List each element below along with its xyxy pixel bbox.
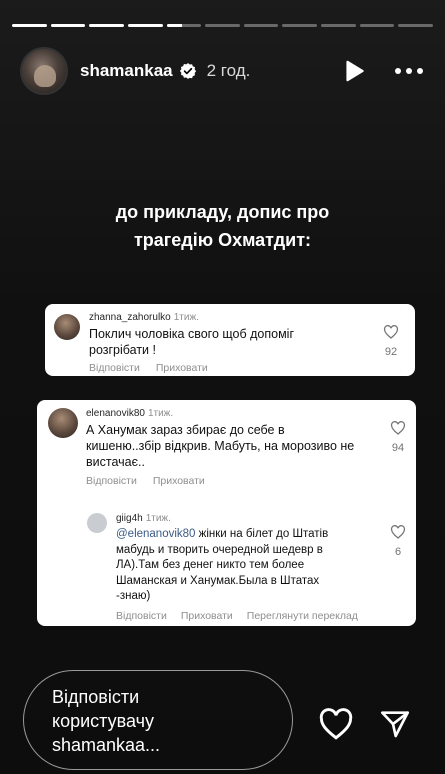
comment-username: giig4h 1тиж. [116, 513, 171, 524]
like-count: 92 [384, 346, 398, 358]
comment-text: А Ханумак зараз збирає до себе в кишеню.… [86, 423, 355, 469]
comment-username: zhanna_zahorulko 1тиж. [89, 312, 199, 323]
story-caption: до прикладу, допис про трагедію Охматдит… [40, 198, 405, 254]
story-footer: Відповісти користувачу shamankaa... [0, 670, 445, 774]
progress-segment [127, 24, 163, 27]
progress-segment [50, 24, 86, 27]
heart-icon [390, 525, 406, 539]
story-header: shamankaa 2 год. [20, 47, 425, 95]
comment-hide-link: Приховати [180, 610, 233, 622]
comment-actions: Відповісти Приховати [89, 362, 208, 374]
comment-avatar [48, 408, 78, 438]
comment-text: Поклич чоловіка свого щоб допоміг розгрі… [89, 327, 295, 357]
more-options-icon[interactable] [393, 58, 425, 84]
heart-icon[interactable] [318, 708, 354, 740]
username[interactable]: shamankaa [80, 61, 173, 81]
story-viewer[interactable]: shamankaa 2 год. до прикладу, допис про … [0, 0, 445, 774]
play-icon[interactable] [341, 58, 367, 84]
progress-segment-current [166, 24, 202, 27]
comment-hide-link: Приховати [152, 475, 205, 487]
comment-reply-link: Відповісти [89, 362, 140, 374]
progress-segment [243, 24, 279, 27]
heart-icon [390, 421, 406, 435]
progress-segment [205, 24, 240, 27]
like-count: 94 [391, 442, 405, 454]
comment-time: 1тиж. [147, 408, 174, 419]
progress-segment [12, 24, 47, 27]
comment-screenshot-card: zhanna_zahorulko 1тиж. Поклич чоловіка св… [45, 304, 415, 376]
caption-line: трагедію Охматдит: [133, 230, 312, 250]
progress-segment [89, 24, 124, 27]
comment-mention: @elenanovik80 [116, 528, 196, 540]
comment-hide-link: Приховати [155, 362, 208, 374]
comment-time: 1тиж. [173, 312, 199, 323]
comment-reply-link: Відповісти [86, 475, 137, 487]
post-time: 2 год. [206, 61, 251, 80]
comment-text: @elenanovik80 жінки на білет до Штатів м… [116, 528, 329, 602]
progress-segment [282, 24, 318, 27]
heart-icon [383, 325, 399, 339]
comment-time: 1тиж. [145, 513, 171, 524]
comment-screenshot-card: elenanovik80 1тиж. А Ханумак зараз збирає… [37, 400, 416, 626]
like-count: 6 [394, 546, 402, 558]
progress-segment [359, 24, 395, 27]
progress-segment [398, 24, 434, 27]
comment-translate-link: Переглянути переклад [246, 610, 358, 622]
comment-avatar [87, 513, 107, 533]
progress-segment [321, 24, 356, 27]
story-progress-bar [12, 24, 434, 27]
comment-username: elenanovik80 1тиж. [86, 408, 174, 419]
comment-avatar [54, 314, 80, 340]
send-icon[interactable] [378, 708, 412, 740]
caption-line: до прикладу, допис про [115, 202, 330, 222]
verified-badge-icon [179, 63, 196, 79]
comment-actions: Відповісти Приховати [86, 475, 205, 487]
comment-actions: Відповісти Приховати Переглянути перекла… [116, 610, 358, 622]
reply-input[interactable]: Відповісти користувачу shamankaa... [23, 670, 293, 770]
reply-input-placeholder: Відповісти користувачу shamankaa... [52, 687, 161, 755]
avatar[interactable] [20, 47, 68, 95]
comment-reply-link: Відповісти [116, 610, 167, 622]
